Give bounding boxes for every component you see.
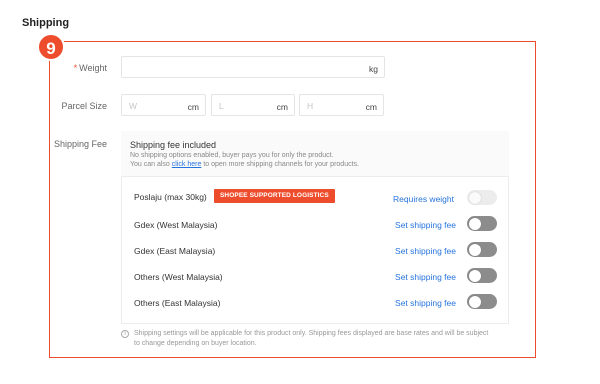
others-west-toggle[interactable]	[467, 268, 497, 283]
required-mark: *	[73, 63, 78, 73]
others-east-toggle[interactable]	[467, 294, 497, 309]
weight-label: * Weight	[47, 63, 107, 73]
toggle-knob	[468, 243, 481, 256]
toggle-knob	[468, 191, 481, 204]
section-title: Shipping	[22, 17, 70, 29]
set-shipping-fee-link-gdex-west[interactable]: Set shipping fee	[366, 220, 456, 230]
channel-name-others-west: Others (West Malaysia)	[134, 272, 223, 282]
parcel-height-input[interactable]: H cm	[299, 94, 384, 116]
weight-label-text: Weight	[79, 63, 107, 73]
weight-input[interactable]: kg	[121, 56, 385, 78]
toggle-knob	[468, 295, 481, 308]
requires-weight-text: Requires weight	[393, 194, 454, 204]
parcel-height-placeholder: H	[307, 101, 314, 111]
toggle-knob	[468, 269, 481, 282]
parcel-length-placeholder: L	[219, 101, 224, 111]
channel-name-poslaju: Poslaju (max 30kg)	[134, 192, 207, 202]
channel-name-gdex-west: Gdex (West Malaysia)	[134, 220, 218, 230]
parcel-length-unit: cm	[276, 102, 288, 112]
shipping-fee-note: No shipping options enabled, buyer pays …	[130, 152, 334, 159]
weight-unit: kg	[369, 64, 378, 74]
channel-name-gdex-east: Gdex (East Malaysia)	[134, 246, 216, 256]
click-here-link[interactable]: click here	[172, 161, 202, 168]
note-prefix: You can also	[130, 161, 170, 168]
shipping-fee-heading: Shipping fee included	[130, 140, 217, 150]
parcel-width-unit: cm	[187, 102, 199, 112]
parcel-length-input[interactable]: L cm	[211, 94, 295, 116]
shipping-footnote-cont: to change depending on buyer location.	[134, 340, 257, 347]
shipping-fee-note-link-line: You can also click here to open more shi…	[130, 161, 359, 168]
supported-logistics-badge: SHOPEE SUPPORTED LOGISTICS	[214, 189, 335, 203]
shipping-fee-label: Shipping Fee	[53, 139, 107, 149]
gdex-west-toggle[interactable]	[467, 216, 497, 231]
parcel-height-unit: cm	[365, 102, 377, 112]
set-shipping-fee-link-others-west[interactable]: Set shipping fee	[366, 272, 456, 282]
parcel-width-placeholder: W	[129, 101, 138, 111]
parcel-width-input[interactable]: W cm	[121, 94, 206, 116]
gdex-east-toggle[interactable]	[467, 242, 497, 257]
shipping-footnote: Shipping settings will be applicable for…	[134, 330, 489, 337]
poslaju-toggle[interactable]	[467, 190, 497, 205]
parcel-size-label: Parcel Size	[61, 101, 107, 111]
set-shipping-fee-link-gdex-east[interactable]: Set shipping fee	[366, 246, 456, 256]
channel-name-others-east: Others (East Malaysia)	[134, 298, 221, 308]
toggle-knob	[468, 217, 481, 230]
info-icon: i	[121, 330, 129, 338]
note-suffix: to open more shipping channels for your …	[203, 161, 359, 168]
set-shipping-fee-link-others-east[interactable]: Set shipping fee	[366, 298, 456, 308]
step-badge: 9	[37, 33, 65, 61]
